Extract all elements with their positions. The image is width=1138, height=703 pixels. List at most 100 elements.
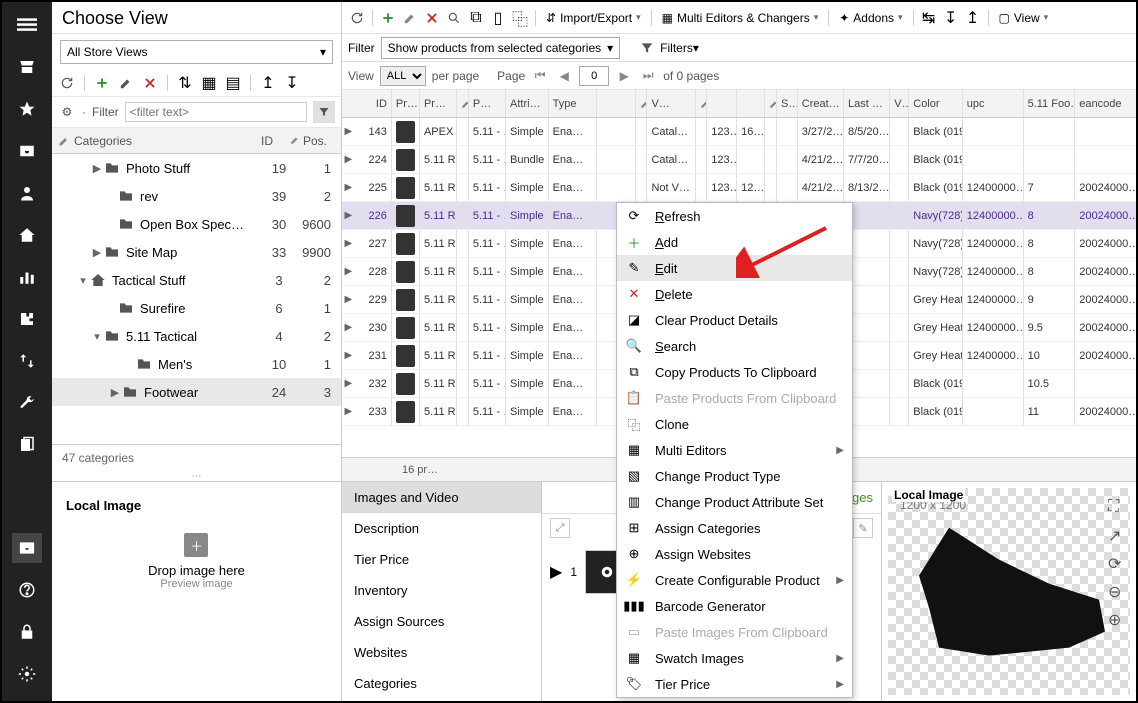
page-input[interactable] xyxy=(579,66,609,86)
view-dropdown[interactable]: ▢ View▾ xyxy=(995,9,1053,27)
rail-inbox-icon[interactable] xyxy=(12,136,42,166)
menu-item-clone[interactable]: ⿻Clone xyxy=(617,411,852,437)
rail-wrench-icon[interactable] xyxy=(12,388,42,418)
delete-icon[interactable] xyxy=(141,74,159,92)
menu-item-edit[interactable]: ✎Edit xyxy=(617,255,852,281)
filter-select[interactable]: Show products from selected categories▾ xyxy=(381,37,620,59)
tree-row[interactable]: ▶Footwear243 xyxy=(52,378,341,406)
rail-star-icon[interactable] xyxy=(12,94,42,124)
edit-icon[interactable] xyxy=(117,74,135,92)
menu-item-change-product-type[interactable]: ▧Change Product Type xyxy=(617,463,852,489)
perpage-select[interactable]: ALL xyxy=(380,66,426,86)
table-row[interactable]: ▶2245.11 R…5.11 - …Bundle …Ena…Catal…123… xyxy=(342,146,1136,174)
menu-item-swatch-images[interactable]: ▦Swatch Images▶ xyxy=(617,645,852,671)
filter-input[interactable] xyxy=(125,102,307,122)
copy-icon[interactable]: ⧉ xyxy=(467,9,485,27)
open-external-icon[interactable]: ↗ xyxy=(1108,526,1126,544)
thumb-tool-3[interactable]: ✎ xyxy=(853,518,873,538)
rail-help-icon[interactable] xyxy=(12,575,42,605)
delete-icon[interactable] xyxy=(423,9,441,27)
swap-icon[interactable]: ⇅ xyxy=(176,74,194,92)
rail-home-icon[interactable] xyxy=(12,220,42,250)
tree-row[interactable]: Open Box Spec…309600 xyxy=(52,210,341,238)
rail-chart-icon[interactable] xyxy=(12,262,42,292)
add-icon[interactable] xyxy=(93,74,111,92)
import-export-dropdown[interactable]: ⇵ Import/Export▾ xyxy=(542,9,645,27)
image-drop-zone[interactable]: ＋ Drop image here Preview image xyxy=(148,533,245,590)
refresh-icon[interactable] xyxy=(58,74,76,92)
menu-item-change-product-attribute-set[interactable]: ▥Change Product Attribute Set xyxy=(617,489,852,515)
tree-row[interactable]: Men's101 xyxy=(52,350,341,378)
rail-person-icon[interactable] xyxy=(12,178,42,208)
first-page-icon[interactable]: ⏮ xyxy=(531,67,549,85)
menu-item-tier-price[interactable]: 🏷Tier Price▶ xyxy=(617,671,852,697)
menu-item-barcode-generator[interactable]: ▮▮▮Barcode Generator xyxy=(617,593,852,619)
rail-store-icon[interactable] xyxy=(12,52,42,82)
multi-editors-dropdown[interactable]: ▦ Multi Editors & Changers▾ xyxy=(658,9,823,27)
addons-dropdown[interactable]: ✦ Addons▾ xyxy=(835,9,906,27)
rail-menu-icon[interactable] xyxy=(12,10,42,40)
refresh-icon[interactable] xyxy=(348,9,366,27)
filters-dropdown[interactable]: Filters▾ xyxy=(660,41,699,55)
rail-copy-icon[interactable] xyxy=(12,430,42,460)
tab-tier-price[interactable]: Tier Price xyxy=(342,544,541,575)
menu-item-delete[interactable]: ✕Delete xyxy=(617,281,852,307)
tree-row[interactable]: ▾Tactical Stuff32 xyxy=(52,266,341,294)
menu-item-copy-products-to-clipboard[interactable]: ⧉Copy Products To Clipboard xyxy=(617,359,852,385)
splitter-handle[interactable]: ⋯ xyxy=(52,471,341,481)
rail-settings-icon[interactable] xyxy=(12,659,42,689)
tree-row[interactable]: ▶Site Map339900 xyxy=(52,238,341,266)
store-view-select[interactable]: All Store Views ▾ xyxy=(60,40,333,64)
last-page-icon[interactable]: ⏭ xyxy=(639,67,657,85)
tab-categories[interactable]: Categories xyxy=(342,668,541,699)
tree-row[interactable]: ▶Photo Stuff191 xyxy=(52,154,341,182)
rail-puzzle-icon[interactable] xyxy=(12,304,42,334)
table-row[interactable]: ▶2255.11 R…5.11 - …Simple …Ena…Not V…123… xyxy=(342,174,1136,202)
tree-row[interactable]: ▾5.11 Tactical42 xyxy=(52,322,341,350)
rail-swap-icon[interactable] xyxy=(12,346,42,376)
paste-icon[interactable]: ▯ xyxy=(489,9,507,27)
fullscreen-icon[interactable]: ⛶ xyxy=(1108,498,1126,516)
tool3-icon[interactable]: ↥ xyxy=(964,9,982,27)
menu-item-clear-product-details[interactable]: ◪Clear Product Details xyxy=(617,307,852,333)
zoom-out-icon[interactable]: ⊖ xyxy=(1108,582,1126,600)
sort-desc-icon[interactable]: ↧ xyxy=(283,74,301,92)
prev-thumb-icon[interactable]: ▶ xyxy=(550,562,562,582)
rail-lock-icon[interactable] xyxy=(12,617,42,647)
zoom-in-icon[interactable]: ⊕ xyxy=(1108,610,1126,628)
menu-item-add[interactable]: ＋Add xyxy=(617,229,852,255)
add-icon[interactable] xyxy=(379,9,397,27)
search-icon[interactable] xyxy=(445,9,463,27)
gear-icon[interactable]: ⚙ xyxy=(58,103,76,121)
tab-websites[interactable]: Websites xyxy=(342,637,541,668)
filter-bar: Filter Show products from selected categ… xyxy=(342,34,1136,62)
image-icon[interactable]: ▤ xyxy=(224,74,242,92)
filter-icon[interactable] xyxy=(313,101,335,123)
menu-item-create-configurable-product[interactable]: ⚡Create Configurable Product▶ xyxy=(617,567,852,593)
folder-icon xyxy=(118,300,134,316)
edit-icon[interactable] xyxy=(401,9,419,27)
menu-item-multi-editors[interactable]: ▦Multi Editors▶ xyxy=(617,437,852,463)
tree-row[interactable]: Surefire61 xyxy=(52,294,341,322)
tab-description[interactable]: Description xyxy=(342,513,541,544)
menu-item-refresh[interactable]: ⟳Refresh xyxy=(617,203,852,229)
menu-item-search[interactable]: 🔍Search xyxy=(617,333,852,359)
grid-toolbar: ⧉ ▯ ⿻ ⇵ Import/Export▾ ▦ Multi Editors &… xyxy=(342,2,1136,34)
tab-inventory[interactable]: Inventory xyxy=(342,575,541,606)
tool2-icon[interactable]: ↧ xyxy=(942,9,960,27)
clone-icon[interactable]: ⿻ xyxy=(511,9,529,27)
menu-item-assign-websites[interactable]: ⊕Assign Websites xyxy=(617,541,852,567)
table-row[interactable]: ▶143APEX …5.11 - …Simple …Ena…Catal…123…… xyxy=(342,118,1136,146)
menu-item-assign-categories[interactable]: ⊞Assign Categories xyxy=(617,515,852,541)
rotate-icon[interactable]: ⟳ xyxy=(1108,554,1126,572)
tab-images-and-video[interactable]: Images and Video xyxy=(342,482,541,513)
tree-row[interactable]: rev392 xyxy=(52,182,341,210)
thumb-tool-1[interactable]: ⤢ xyxy=(550,518,570,538)
sort-asc-icon[interactable]: ↥ xyxy=(259,74,277,92)
tab-assign-sources[interactable]: Assign Sources xyxy=(342,606,541,637)
tool1-icon[interactable]: ↹ xyxy=(920,9,938,27)
next-page-icon[interactable]: ▶ xyxy=(615,67,633,85)
export-icon[interactable]: ▦ xyxy=(200,74,218,92)
prev-page-icon[interactable]: ◀ xyxy=(555,67,573,85)
rail-download-icon[interactable] xyxy=(12,533,42,563)
